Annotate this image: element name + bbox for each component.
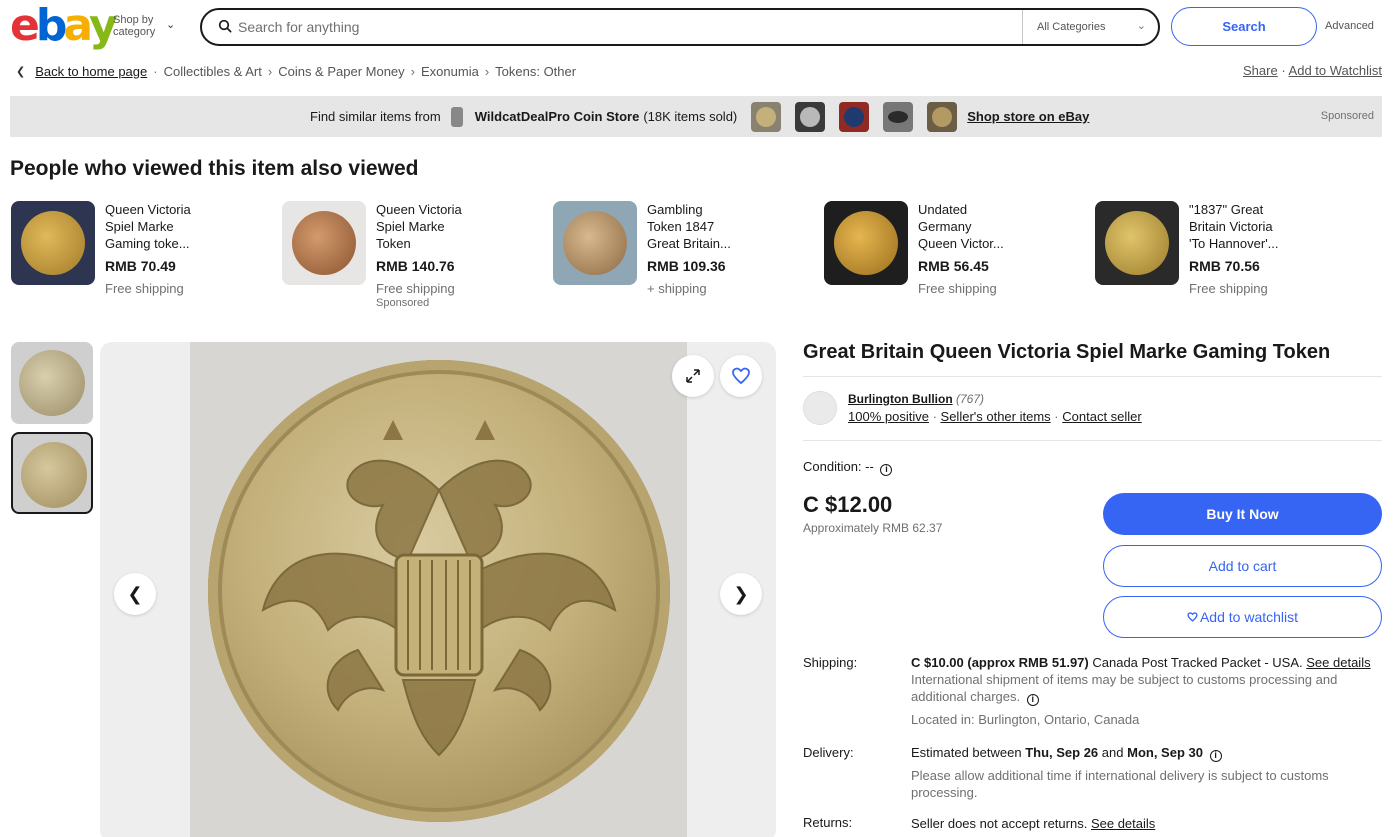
product-image[interactable] — [282, 201, 366, 285]
product-image[interactable] — [1095, 201, 1179, 285]
chevron-down-icon[interactable]: ⌄ — [166, 18, 175, 31]
info-icon[interactable]: i — [880, 464, 893, 476]
info-icon[interactable]: i — [1209, 750, 1222, 762]
product-shipping: Free shipping — [1189, 281, 1268, 296]
returns-info: Seller does not accept returns. See deta… — [911, 816, 1156, 831]
sponsored-label: Sponsored — [376, 297, 430, 309]
store-item-thumb[interactable] — [927, 101, 958, 132]
breadcrumb-item[interactable]: Exonumia — [421, 64, 479, 79]
product-shipping: Free shipping — [376, 281, 455, 296]
add-to-watchlist-button[interactable]: Add to watchlist — [1103, 596, 1382, 638]
chevron-right-icon: › — [484, 63, 490, 79]
add-to-cart-button[interactable]: Add to cart — [1103, 545, 1382, 587]
shipping-info: C $10.00 (approx RMB 51.97) Canada Post … — [911, 655, 1371, 727]
product-price: RMB 70.49 — [105, 258, 176, 274]
search-input[interactable] — [238, 16, 1008, 38]
store-item-thumb[interactable] — [883, 101, 914, 132]
product-price: RMB 109.36 — [647, 258, 726, 274]
product-image[interactable] — [824, 201, 908, 285]
divider — [803, 376, 1382, 377]
store-item-thumb[interactable] — [751, 101, 782, 132]
product-image[interactable] — [553, 201, 637, 285]
gallery-thumbnail-active[interactable] — [11, 432, 93, 514]
seller-info: Burlington Bullion (767) — [848, 392, 984, 406]
double-eagle-emblem — [261, 420, 617, 757]
shop-by-category[interactable]: Shop by category — [113, 14, 155, 38]
also-viewed-item[interactable]: "1837" Great Britain Victoria 'To Hannov… — [1095, 201, 1355, 311]
search-bar: All Categories ⌄ — [200, 8, 1160, 46]
also-viewed-item[interactable]: Gambling Token 1847 Great Britain... RMB… — [553, 201, 813, 311]
find-similar-text: Find similar items from — [310, 109, 441, 124]
product-price: RMB 70.56 — [1189, 258, 1260, 274]
sponsored-label: Sponsored — [1320, 110, 1374, 122]
contact-seller-link[interactable]: Contact seller — [1062, 409, 1141, 424]
condition-row: Condition: -- i — [803, 459, 893, 476]
product-shipping: Free shipping — [105, 281, 184, 296]
also-viewed-title: People who viewed this item also viewed — [10, 157, 419, 180]
share-link[interactable]: Share — [1243, 63, 1278, 78]
shipping-see-details-link[interactable]: See details — [1306, 655, 1370, 670]
seller-avatar[interactable] — [803, 391, 837, 425]
delivery-info: Estimated between Thu, Sep 26 and Mon, S… — [911, 745, 1329, 800]
divider — [803, 440, 1382, 441]
breadcrumb-item[interactable]: Tokens: Other — [495, 64, 576, 79]
category-select[interactable]: All Categories ⌄ — [1022, 10, 1160, 44]
search-button[interactable]: Search — [1171, 7, 1317, 46]
also-viewed-item[interactable]: Undated Germany Queen Victor... RMB 56.4… — [824, 201, 1084, 311]
heart-icon — [1187, 612, 1198, 622]
breadcrumb-item[interactable]: Coins & Paper Money — [278, 64, 404, 79]
store-icon — [450, 106, 463, 127]
advanced-search-link[interactable]: Advanced — [1325, 20, 1374, 32]
search-icon — [218, 19, 232, 33]
store-item-thumb[interactable] — [795, 101, 826, 132]
coin-photo — [190, 342, 687, 837]
returns-label: Returns: — [803, 815, 853, 830]
ebay-logo[interactable]: ebay — [10, 4, 118, 48]
items-sold: (18K items sold) — [643, 109, 738, 124]
store-banner: Find similar items from WildcatDealPro C… — [10, 96, 1382, 137]
expand-icon[interactable] — [672, 355, 714, 397]
breadcrumb-item[interactable]: Collectibles & Art — [164, 64, 262, 79]
also-viewed-item[interactable]: Queen Victoria Spiel Marke Gaming toke..… — [11, 201, 271, 311]
store-name[interactable]: WildcatDealPro Coin Store — [475, 109, 640, 124]
chevron-down-icon: ⌄ — [1136, 20, 1146, 32]
chevron-right-icon[interactable]: ❯ — [720, 573, 762, 615]
product-price: RMB 140.76 — [376, 258, 455, 274]
seller-name-link[interactable]: Burlington Bullion — [848, 392, 953, 406]
positive-feedback-link[interactable]: 100% positive — [848, 409, 929, 424]
product-shipping: Free shipping — [918, 281, 997, 296]
returns-see-details-link[interactable]: See details — [1091, 816, 1155, 831]
chevron-right-icon: › — [410, 63, 415, 79]
seller-other-items-link[interactable]: Seller's other items — [941, 409, 1051, 424]
chevron-left-icon[interactable]: ❮ — [16, 65, 25, 78]
item-price: C $12.00 — [803, 492, 893, 517]
shop-store-link[interactable]: Shop store on eBay — [967, 109, 1089, 124]
share-watchlist-links: Share · Add to Watchlist — [1242, 63, 1382, 78]
store-item-thumb[interactable] — [839, 101, 870, 132]
approx-price: Approximately RMB 62.37 — [803, 521, 943, 535]
back-to-home-link[interactable]: Back to home page — [35, 64, 147, 79]
chevron-left-icon[interactable]: ❮ — [114, 573, 156, 615]
header: ebay Shop by category ⌄ All Categories ⌄… — [0, 0, 1400, 56]
seller-links: 100% positive · Seller's other items · C… — [848, 409, 1142, 424]
delivery-label: Delivery: — [803, 745, 854, 760]
heart-icon[interactable] — [720, 355, 762, 397]
add-to-watchlist-link[interactable]: Add to Watchlist — [1289, 63, 1382, 78]
item-title: Great Britain Queen Victoria Spiel Marke… — [803, 341, 1331, 363]
main-product-image[interactable]: ❮ ❯ — [100, 342, 776, 837]
gallery-thumbnail[interactable] — [11, 342, 93, 424]
breadcrumb: ❮ Back to home page · Collectibles & Art… — [16, 63, 577, 79]
seller-feedback-count: (767) — [956, 392, 985, 406]
info-icon[interactable]: i — [1026, 694, 1039, 706]
product-shipping: + shipping — [647, 281, 707, 296]
product-image[interactable] — [11, 201, 95, 285]
shipping-label: Shipping: — [803, 655, 858, 670]
chevron-right-icon: › — [267, 63, 273, 79]
also-viewed-item[interactable]: Queen Victoria Spiel Marke Token RMB 140… — [282, 201, 542, 311]
coin-image — [208, 360, 670, 822]
buy-it-now-button[interactable]: Buy It Now — [1103, 493, 1382, 535]
product-price: RMB 56.45 — [918, 258, 989, 274]
